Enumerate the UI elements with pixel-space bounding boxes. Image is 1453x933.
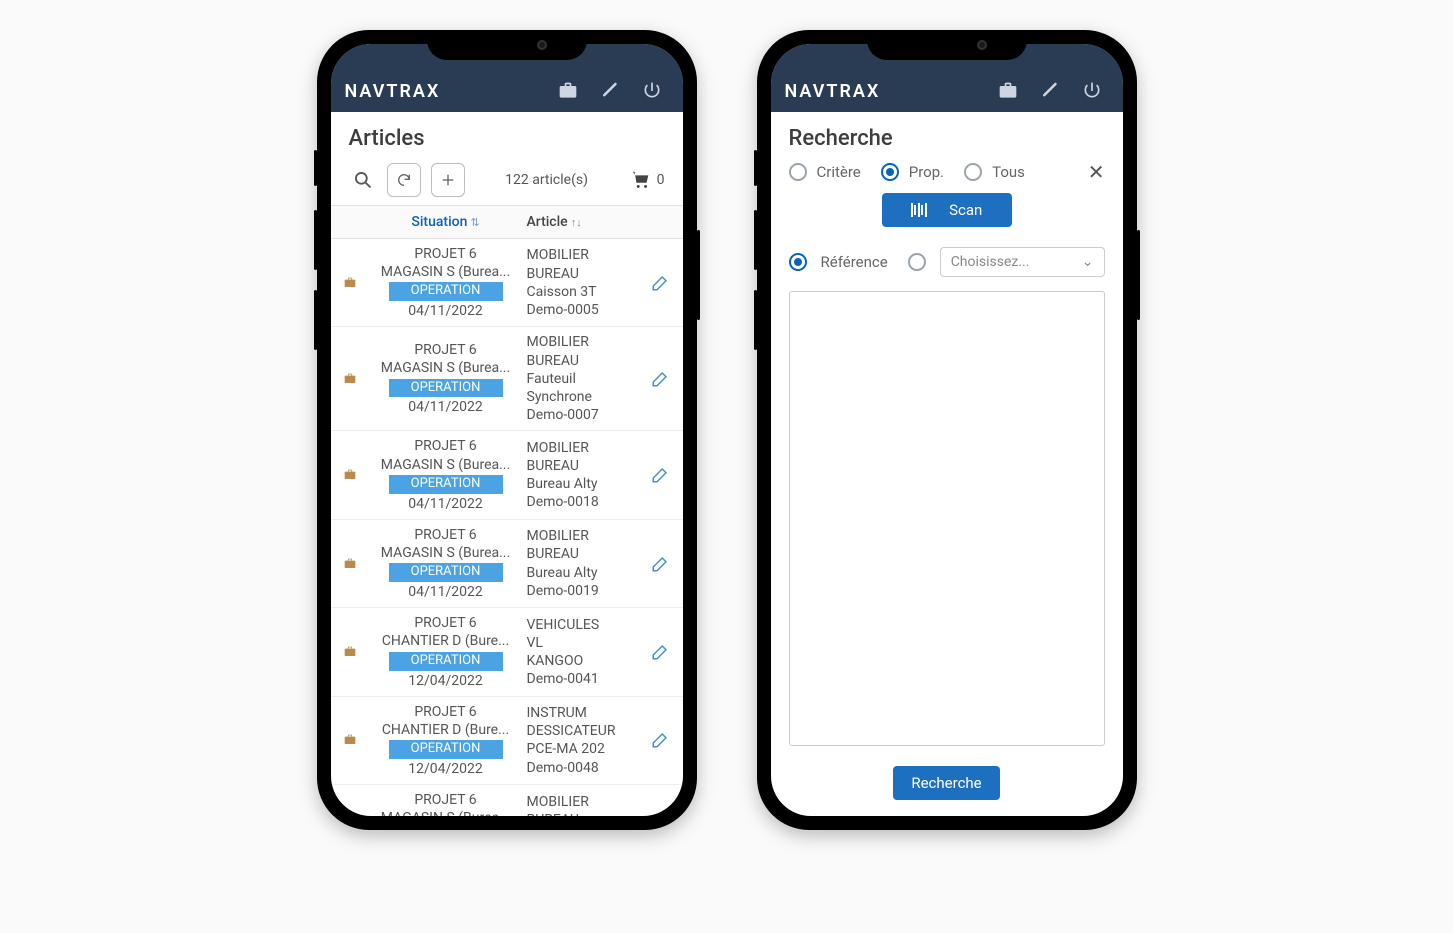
table-row[interactable]: PROJET 6CHANTIER D (Bure...OPERATION12/0… [331,608,683,696]
situation-cell: PROJET 6MAGASIN S (Burea...OPERATION04/1… [369,341,523,416]
radio-prop[interactable] [881,163,899,181]
app-header: NAVTRAX [331,44,683,112]
radio-reference[interactable] [789,253,807,271]
article-list: PROJET 6MAGASIN S (Burea...OPERATION04/1… [331,239,683,816]
situation-cell: PROJET 6CHANTIER D (Bure...OPERATION12/0… [369,614,523,689]
briefcase-icon [335,556,365,572]
table-row[interactable]: PROJET 6CHANTIER D (Bure...OPERATION12/0… [331,697,683,785]
article-cell: MOBILIERBUREAUCaisson 3TDemo-0005 [527,246,641,319]
app-header: NAVTRAX [771,44,1123,112]
article-cell: MOBILIERBUREAUBureau AltyDemo-0018 [527,793,641,816]
article-cell: VEHICULESVLKANGOODemo-0041 [527,616,641,689]
cart-count: 0 [657,172,665,188]
brand-logo: NAVTRAX [785,81,983,102]
header-article[interactable]: Article↑↓ [521,206,683,238]
edit-icon[interactable] [645,466,675,484]
power-icon[interactable] [635,74,669,108]
article-count: 122 article(s) [475,172,619,188]
select-placeholder: Choisissez... [951,254,1030,270]
briefcase-icon [335,371,365,387]
edit-icon[interactable] [645,643,675,661]
close-icon[interactable]: ✕ [1088,160,1105,184]
brand-logo: NAVTRAX [345,81,543,102]
briefcase-icon[interactable] [991,74,1025,108]
page-title: Recherche [771,112,1123,159]
table-row[interactable]: PROJET 6MAGASIN S (Burea...OPERATION04/1… [331,431,683,519]
briefcase-icon[interactable] [551,74,585,108]
radio-tous[interactable] [964,163,982,181]
results-box [789,291,1105,746]
power-icon[interactable] [1075,74,1109,108]
article-cell: MOBILIERBUREAUBureau AltyDemo-0018 [527,439,641,512]
status-badge: OPERATION [389,652,503,671]
status-badge: OPERATION [389,282,503,301]
situation-cell: PROJET 6CHANTIER D (Bure...OPERATION12/0… [369,703,523,778]
add-button[interactable] [431,163,465,197]
refresh-button[interactable] [387,163,421,197]
situation-cell: PROJET 6MAGASIN S (Burea...OPERATION04/1… [369,437,523,512]
table-row[interactable]: PROJET 6MAGASIN S (Burea...OPERATION04/1… [331,239,683,327]
situation-cell: PROJET 6MAGASIN S (Burea...OPERATION04/1… [369,526,523,601]
edit-icon[interactable] [645,731,675,749]
situation-cell: PROJET 6MAGASIN S (Burea...OPERATION04/1… [369,791,523,816]
scan-label: Scan [949,201,982,219]
radio-critere[interactable] [789,163,807,181]
status-badge: OPERATION [389,379,503,398]
article-cell: MOBILIERBUREAUBureau AltyDemo-0019 [527,527,641,600]
search-submit-button[interactable]: Recherche [893,766,999,800]
edit-icon[interactable] [645,555,675,573]
table-header: Situation⇅ Article↑↓ [331,205,683,239]
scan-button[interactable]: Scan [882,193,1012,227]
search-icon[interactable] [349,166,377,194]
page-title: Articles [331,112,683,159]
cart-button[interactable]: 0 [629,169,665,191]
briefcase-icon [335,732,365,748]
article-cell: INSTRUMDESSICATEURPCE-MA 202Demo-0048 [527,704,641,777]
status-badge: OPERATION [389,475,503,494]
table-row[interactable]: PROJET 6MAGASIN S (Burea...OPERATION04/1… [331,520,683,608]
label-prop[interactable]: Prop. [909,163,944,181]
status-badge: OPERATION [389,563,503,582]
label-reference[interactable]: Référence [821,253,888,271]
briefcase-icon [335,275,365,291]
article-cell: MOBILIERBUREAUFauteuil SynchroneDemo-000… [527,333,641,424]
header-situation[interactable]: Situation⇅ [371,206,521,238]
reference-row: Référence Choisissez... ⌄ [771,235,1123,285]
wand-icon[interactable] [1033,74,1067,108]
chevron-down-icon: ⌄ [1082,254,1094,270]
label-tous[interactable]: Tous [992,163,1025,181]
table-row[interactable]: PROJET 6MAGASIN S (Burea...OPERATION04/1… [331,785,683,816]
briefcase-icon [335,467,365,483]
radio-reference-alt[interactable] [908,253,926,271]
situation-cell: PROJET 6MAGASIN S (Burea...OPERATION04/1… [369,245,523,320]
table-row[interactable]: PROJET 6MAGASIN S (Burea...OPERATION04/1… [331,327,683,431]
toolbar: 122 article(s) 0 [331,159,683,205]
barcode-icon [911,203,927,217]
edit-icon[interactable] [645,274,675,292]
status-badge: OPERATION [389,740,503,759]
search-mode-row: Critère Prop. Tous ✕ [771,159,1123,185]
briefcase-icon [335,644,365,660]
label-critere[interactable]: Critère [817,163,861,181]
edit-icon[interactable] [645,370,675,388]
wand-icon[interactable] [593,74,627,108]
reference-select[interactable]: Choisissez... ⌄ [940,247,1105,277]
